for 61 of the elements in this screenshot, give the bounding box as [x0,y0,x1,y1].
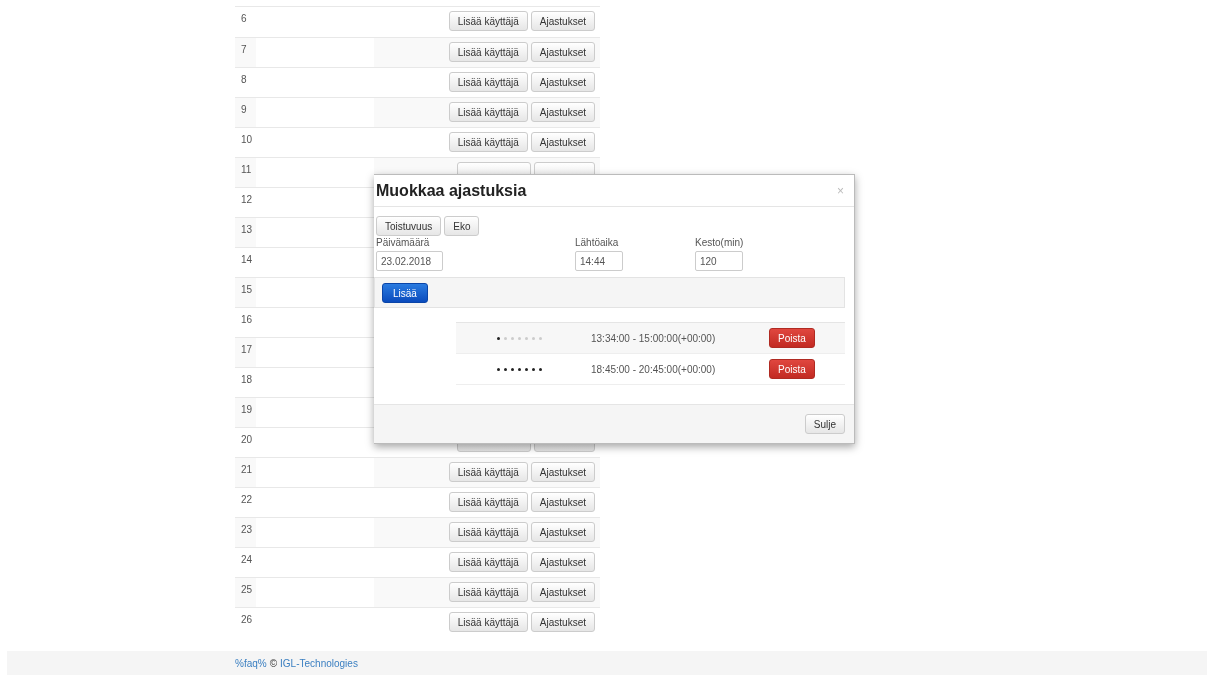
row-number: 9 [235,98,256,127]
row-number: 16 [240,313,254,327]
row-number: 12 [240,193,254,207]
faq-link[interactable]: %faq% [235,657,267,669]
schedule-time: 13:34:00 - 15:00:00(+00:00) [591,332,717,344]
input-field[interactable]: 23.02.2018 [376,251,443,271]
row-number: 23 [235,518,256,547]
row-number: 26 [240,613,254,627]
row-number: 7 [235,38,256,67]
field-label: Kesto(min) [695,237,744,248]
input-field[interactable]: 120 [695,251,743,271]
schedules-button[interactable]: Ajastukset [530,462,595,482]
schedules-button[interactable]: Ajastukset [530,492,595,512]
mode-button[interactable]: Eko [444,216,480,236]
dialog-title: Muokkaa ajastuksia [376,181,527,200]
schedules-button[interactable]: Ajastukset [530,102,595,122]
row-number: 22 [240,493,254,507]
schedules-button[interactable]: Ajastukset [530,522,595,542]
company-link[interactable]: IGL-Technologies [280,657,358,669]
input-field[interactable]: 14:44 [575,251,623,271]
row-number: 11 [235,158,256,187]
row-number: 17 [235,338,256,367]
mode-button[interactable]: Toistuvuus [376,216,442,236]
copyright-sign: © [269,657,278,669]
row-number: 25 [235,578,256,607]
add-user-button[interactable]: Lisää käyttäjä [448,462,528,482]
row-number: 8 [240,73,248,87]
schedules-button[interactable]: Ajastukset [530,42,595,62]
add-user-button[interactable]: Lisää käyttäjä [448,612,528,632]
add-user-button[interactable]: Lisää käyttäjä [448,492,528,512]
add-user-button[interactable]: Lisää käyttäjä [448,582,528,602]
add-user-button[interactable]: Lisää käyttäjä [448,11,528,31]
add-button[interactable]: Lisää [382,283,428,303]
schedule-time: 18:45:00 - 20:45:00(+00:00) [591,363,717,375]
schedules-button[interactable]: Ajastukset [530,582,595,602]
schedules-button[interactable]: Ajastukset [530,612,595,632]
row-number: 10 [240,133,254,147]
row-number: 13 [235,218,256,247]
row-number: 15 [235,278,256,307]
delete-button[interactable]: Poista [769,359,815,379]
row-number: 21 [235,458,256,487]
add-user-button[interactable]: Lisää käyttäjä [448,132,528,152]
schedules-button[interactable]: Ajastukset [530,132,595,152]
add-user-button[interactable]: Lisää käyttäjä [448,102,528,122]
schedules-button[interactable]: Ajastukset [530,552,595,572]
row-number: 20 [240,433,254,447]
add-user-button[interactable]: Lisää käyttäjä [448,522,528,542]
row-number: 19 [235,398,256,427]
row-number: 24 [240,553,254,567]
field-label: Lähtöaika [575,237,620,248]
row-number: 14 [240,253,254,267]
add-user-button[interactable]: Lisää käyttäjä [448,72,528,92]
delete-button[interactable]: Poista [769,328,815,348]
close-dialog-button[interactable]: Sulje [804,414,845,434]
field-label: Päivämäärä [376,237,431,248]
add-user-button[interactable]: Lisää käyttäjä [448,42,528,62]
add-user-button[interactable]: Lisää käyttäjä [448,552,528,572]
schedules-button[interactable]: Ajastukset [530,72,595,92]
row-number: 18 [240,373,254,387]
row-number: 6 [240,12,248,26]
schedules-button[interactable]: Ajastukset [530,11,595,31]
